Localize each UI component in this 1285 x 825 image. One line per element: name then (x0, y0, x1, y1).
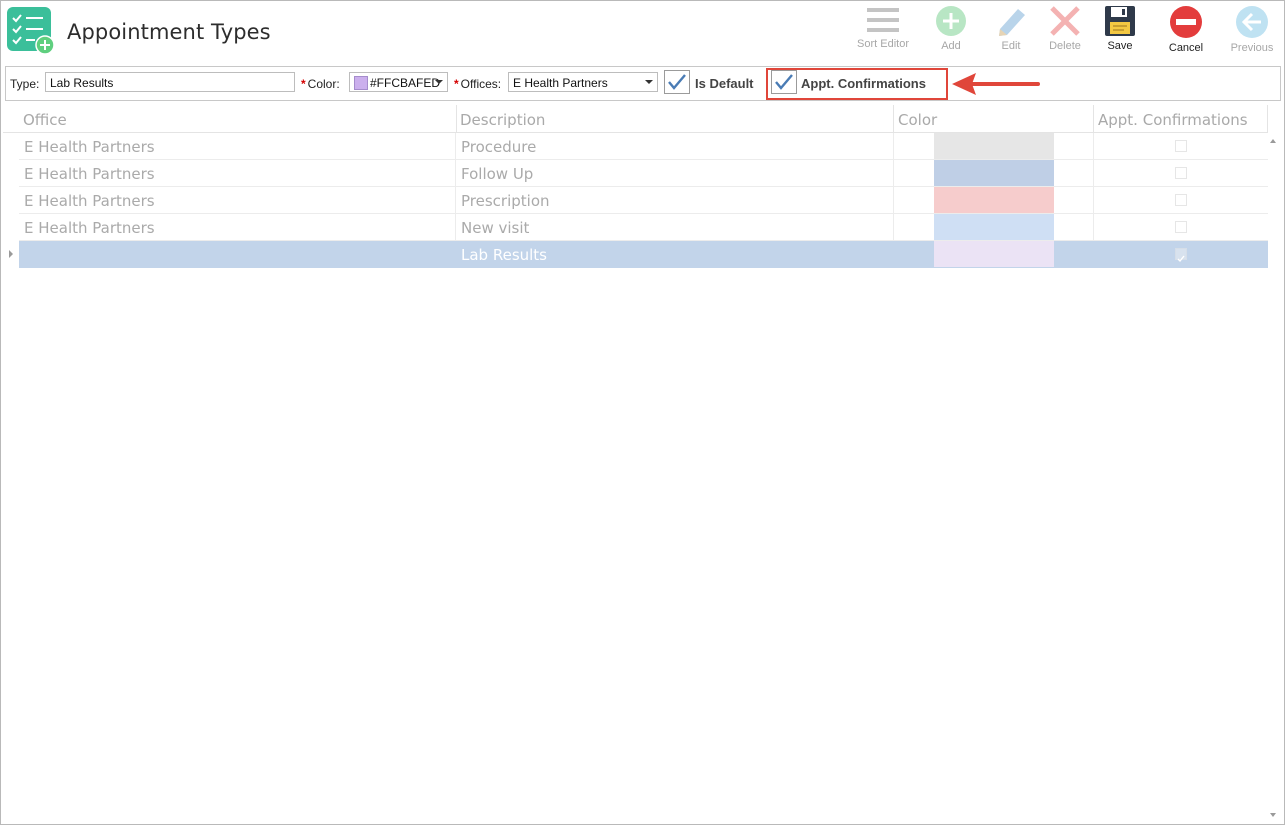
cell-description: New visit (456, 214, 894, 240)
cell-office (19, 241, 456, 267)
table-row[interactable]: E Health Partners Follow Up (19, 160, 1268, 187)
column-header-office[interactable]: Office (19, 105, 457, 132)
previous-button[interactable]: Previous (1219, 5, 1284, 61)
type-label: Type: (10, 77, 40, 91)
cell-description: Procedure (456, 133, 894, 159)
add-button[interactable]: Add (918, 5, 984, 61)
color-swatch (934, 133, 1054, 159)
color-label: * Color: (301, 77, 340, 91)
is-default-label: Is Default (695, 76, 754, 91)
sort-editor-button[interactable]: Sort Editor (850, 5, 916, 61)
plus-circle-icon (936, 6, 966, 36)
cancel-label: Cancel (1168, 42, 1204, 54)
column-header-color[interactable]: Color (894, 105, 1094, 132)
appt-confirmations-cell-checkbox[interactable] (1175, 194, 1187, 206)
floppy-disk-icon (1105, 6, 1135, 36)
previous-label: Previous (1230, 42, 1274, 54)
type-input[interactable]: Lab Results (45, 72, 295, 92)
appointment-types-grid: Office Description Color Appt. Confirmat… (3, 105, 1283, 823)
column-header-appt-confirmations[interactable]: Appt. Confirmations (1094, 105, 1268, 132)
checkmark-icon (1177, 255, 1185, 263)
offices-label: * Offices: (454, 77, 501, 91)
required-marker: * (454, 77, 459, 91)
appt-confirmations-checkbox[interactable] (771, 70, 797, 94)
annotation-arrow-icon (952, 73, 1040, 95)
column-header-description[interactable]: Description (456, 105, 894, 132)
chevron-down-icon[interactable] (645, 80, 653, 84)
no-entry-icon (1170, 6, 1202, 38)
cell-office: E Health Partners (19, 160, 456, 186)
appt-confirmations-cell-checkbox[interactable] (1175, 167, 1187, 179)
color-swatch (934, 187, 1054, 213)
edit-form-bar: Type: Lab Results * Color: #FFCBAFED * Off… (5, 66, 1281, 101)
type-input-value: Lab Results (50, 76, 114, 90)
color-swatch (934, 214, 1054, 240)
color-swatch (354, 76, 368, 90)
cell-office: E Health Partners (19, 187, 456, 213)
checkmark-icon (668, 74, 686, 90)
offices-combo[interactable]: E Health Partners (508, 72, 658, 92)
table-row-selected[interactable]: Lab Results (19, 241, 1268, 268)
offices-value: E Health Partners (513, 76, 608, 90)
color-value: #FFCBAFED (370, 76, 441, 90)
cell-description: Follow Up (456, 160, 894, 186)
scroll-down-icon[interactable] (1270, 813, 1276, 817)
close-x-icon (1050, 6, 1080, 36)
cell-description: Prescription (456, 187, 894, 213)
save-button[interactable]: Save (1087, 5, 1153, 61)
app-window: Appointment Types Sort Editor Add Edit D… (0, 0, 1285, 825)
chevron-down-icon[interactable] (435, 80, 443, 84)
is-default-checkbox[interactable] (664, 70, 690, 94)
grid-header: Office Description Color Appt. Confirmat… (3, 105, 1268, 133)
table-row[interactable]: E Health Partners Prescription (19, 187, 1268, 214)
color-label-text: Color: (307, 77, 340, 91)
color-swatch (934, 160, 1054, 186)
cell-description: Lab Results (461, 246, 548, 264)
scroll-up-icon[interactable] (1270, 139, 1276, 143)
cell-office: E Health Partners (19, 133, 456, 159)
save-label: Save (1107, 40, 1133, 52)
arrow-left-circle-icon (1236, 6, 1268, 38)
current-row-indicator-icon (9, 250, 13, 258)
vertical-scrollbar[interactable] (1267, 133, 1281, 821)
checklist-app-icon (7, 7, 55, 55)
cancel-button[interactable]: Cancel (1153, 5, 1219, 61)
list-icon (867, 8, 899, 32)
appt-confirmations-label: Appt. Confirmations (801, 76, 926, 91)
add-label: Add (941, 40, 961, 52)
appt-confirmations-cell-checkbox[interactable] (1175, 140, 1187, 152)
checkmark-icon (775, 74, 793, 90)
appt-confirmations-cell-checkbox[interactable] (1175, 248, 1187, 263)
cell-office: E Health Partners (19, 214, 456, 240)
color-swatch (934, 241, 1054, 267)
required-marker: * (301, 77, 306, 91)
appt-confirmations-cell-checkbox[interactable] (1175, 221, 1187, 233)
sort-editor-label: Sort Editor (857, 38, 909, 50)
table-row[interactable]: E Health Partners New visit (19, 214, 1268, 241)
pencil-icon (999, 9, 1025, 36)
table-row[interactable]: E Health Partners Procedure (19, 133, 1268, 160)
page-title: Appointment Types (67, 20, 271, 44)
color-picker-combo[interactable]: #FFCBAFED (349, 72, 448, 92)
offices-label-text: Offices: (460, 77, 502, 91)
